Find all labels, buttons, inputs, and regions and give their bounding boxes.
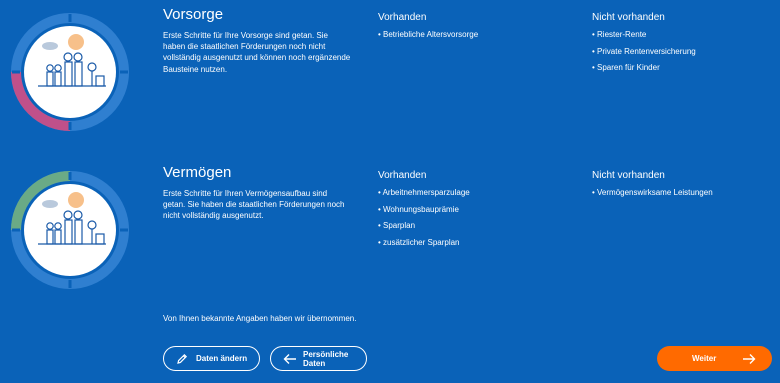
next-label: Weiter bbox=[692, 354, 717, 363]
list-item: • Sparplan bbox=[378, 221, 416, 230]
personal-data-label-line2: Daten bbox=[303, 358, 326, 368]
missing-heading: Nicht vorhanden bbox=[592, 12, 665, 23]
info-note: Von Ihnen bekannte Angaben haben wir übe… bbox=[163, 314, 357, 323]
list-item: • Private Rentenversicherung bbox=[592, 46, 696, 56]
personal-data-button[interactable]: Persönliche Daten bbox=[270, 346, 367, 371]
section-title: Vermögen bbox=[163, 164, 232, 181]
section-vermoegen: Vermögen Erste Schritte für Ihren Vermög… bbox=[0, 158, 780, 308]
list-item: • Sparen für Kinder bbox=[592, 63, 660, 72]
missing-list: • Vermögenswirksame Leistungen bbox=[592, 188, 713, 205]
section-vorsorge: Vorsorge Erste Schritte für Ihre Vorsorg… bbox=[0, 0, 780, 150]
personal-data-label-line1: Persönliche bbox=[303, 349, 349, 359]
list-item: • Riester-Rente bbox=[592, 30, 647, 39]
list-item: • Wohnungsbauprämie bbox=[378, 204, 459, 214]
list-item: • zusätzlicher Sparplan bbox=[378, 237, 460, 247]
pencil-icon bbox=[177, 353, 188, 364]
edit-data-button[interactable]: Daten ändern bbox=[163, 346, 260, 371]
list-item: • Betriebliche Altersvorsorge bbox=[378, 30, 479, 39]
present-heading: Vorhanden bbox=[378, 12, 427, 23]
section-title: Vorsorge bbox=[163, 6, 224, 23]
list-item: • Arbeitnehmersparzulage bbox=[378, 188, 470, 197]
arrow-left-icon bbox=[283, 353, 296, 364]
personal-data-label: Persönliche Daten bbox=[303, 350, 349, 368]
vermoegen-illustration bbox=[11, 171, 129, 289]
next-button[interactable]: Weiter bbox=[657, 346, 772, 371]
vorsorge-illustration bbox=[11, 13, 129, 131]
missing-heading: Nicht vorhanden bbox=[592, 170, 665, 181]
arrow-right-icon bbox=[743, 353, 756, 364]
present-list: • Arbeitnehmersparzulage • Wohnungsbaupr… bbox=[378, 188, 470, 254]
missing-list: • Riester-Rente • Private Rentenversiche… bbox=[592, 30, 696, 80]
edit-data-label: Daten ändern bbox=[196, 354, 248, 363]
present-heading: Vorhanden bbox=[378, 170, 427, 181]
present-list: • Betriebliche Altersvorsorge bbox=[378, 30, 478, 47]
section-description: Erste Schritte für Ihre Vorsorge sind ge… bbox=[163, 31, 351, 74]
section-description: Erste Schritte für Ihren Vermögensaufbau… bbox=[163, 189, 345, 221]
list-item: • Vermögenswirksame Leistungen bbox=[592, 188, 713, 197]
